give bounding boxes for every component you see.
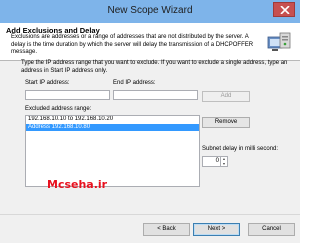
cancel-button[interactable]: Cancel [248, 223, 295, 236]
chevron-down-icon[interactable]: ▼ [221, 162, 227, 167]
list-item[interactable]: Address 192.168.10.80 [26, 123, 199, 131]
excluded-range-list[interactable]: 192.168.10.10 to 192.168.10.20 Address 1… [25, 115, 200, 187]
start-ip-input[interactable] [25, 90, 110, 100]
stepper-arrows[interactable]: ▲ ▼ [220, 157, 227, 166]
title-bar: New Scope Wizard [0, 0, 300, 23]
next-button[interactable]: Next > [193, 223, 240, 236]
page-description: Exclusions are addresses or a range of a… [11, 34, 254, 55]
subnet-delay-stepper[interactable]: 0 ▲ ▼ [202, 156, 228, 167]
excluded-range-label: Excluded address range: [25, 106, 92, 112]
dhcp-scope-icon [267, 32, 291, 51]
remove-button[interactable]: Remove [202, 117, 250, 128]
end-ip-label: End IP address: [113, 80, 156, 86]
window-title: New Scope Wizard [107, 5, 193, 16]
watermark-text: Mcseha.ir [47, 178, 108, 191]
wizard-header: Add Exclusions and Delay Exclusions are … [0, 23, 300, 61]
add-button[interactable]: Add [202, 91, 250, 102]
back-button[interactable]: < Back [143, 223, 190, 236]
subnet-delay-value: 0 [215, 158, 219, 164]
close-icon [280, 6, 290, 14]
instruction-text: Type the IP address range that you want … [21, 60, 288, 74]
start-ip-label: Start IP address: [25, 80, 70, 86]
wizard-footer: < Back Next > Cancel [0, 214, 300, 243]
end-ip-input[interactable] [113, 90, 198, 100]
subnet-delay-label: Subnet delay in milli second: [202, 146, 279, 152]
list-item[interactable]: 192.168.10.10 to 192.168.10.20 [26, 116, 199, 124]
close-button[interactable] [273, 2, 295, 17]
